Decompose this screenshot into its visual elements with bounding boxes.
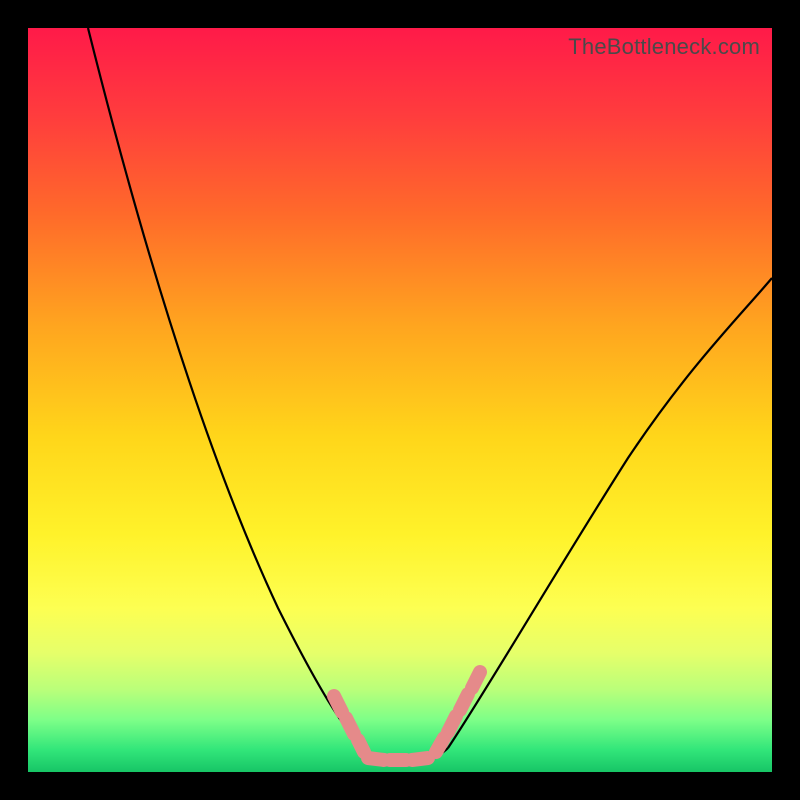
plot-area: TheBottleneck.com <box>28 28 772 772</box>
marker-group-left <box>334 696 364 752</box>
bottleneck-curve <box>28 28 772 772</box>
curve-right <box>448 278 772 748</box>
chart-frame: TheBottleneck.com <box>0 0 800 800</box>
marker-group-bottom <box>368 758 428 760</box>
marker-group-right <box>436 672 480 752</box>
curve-left <box>88 28 363 748</box>
